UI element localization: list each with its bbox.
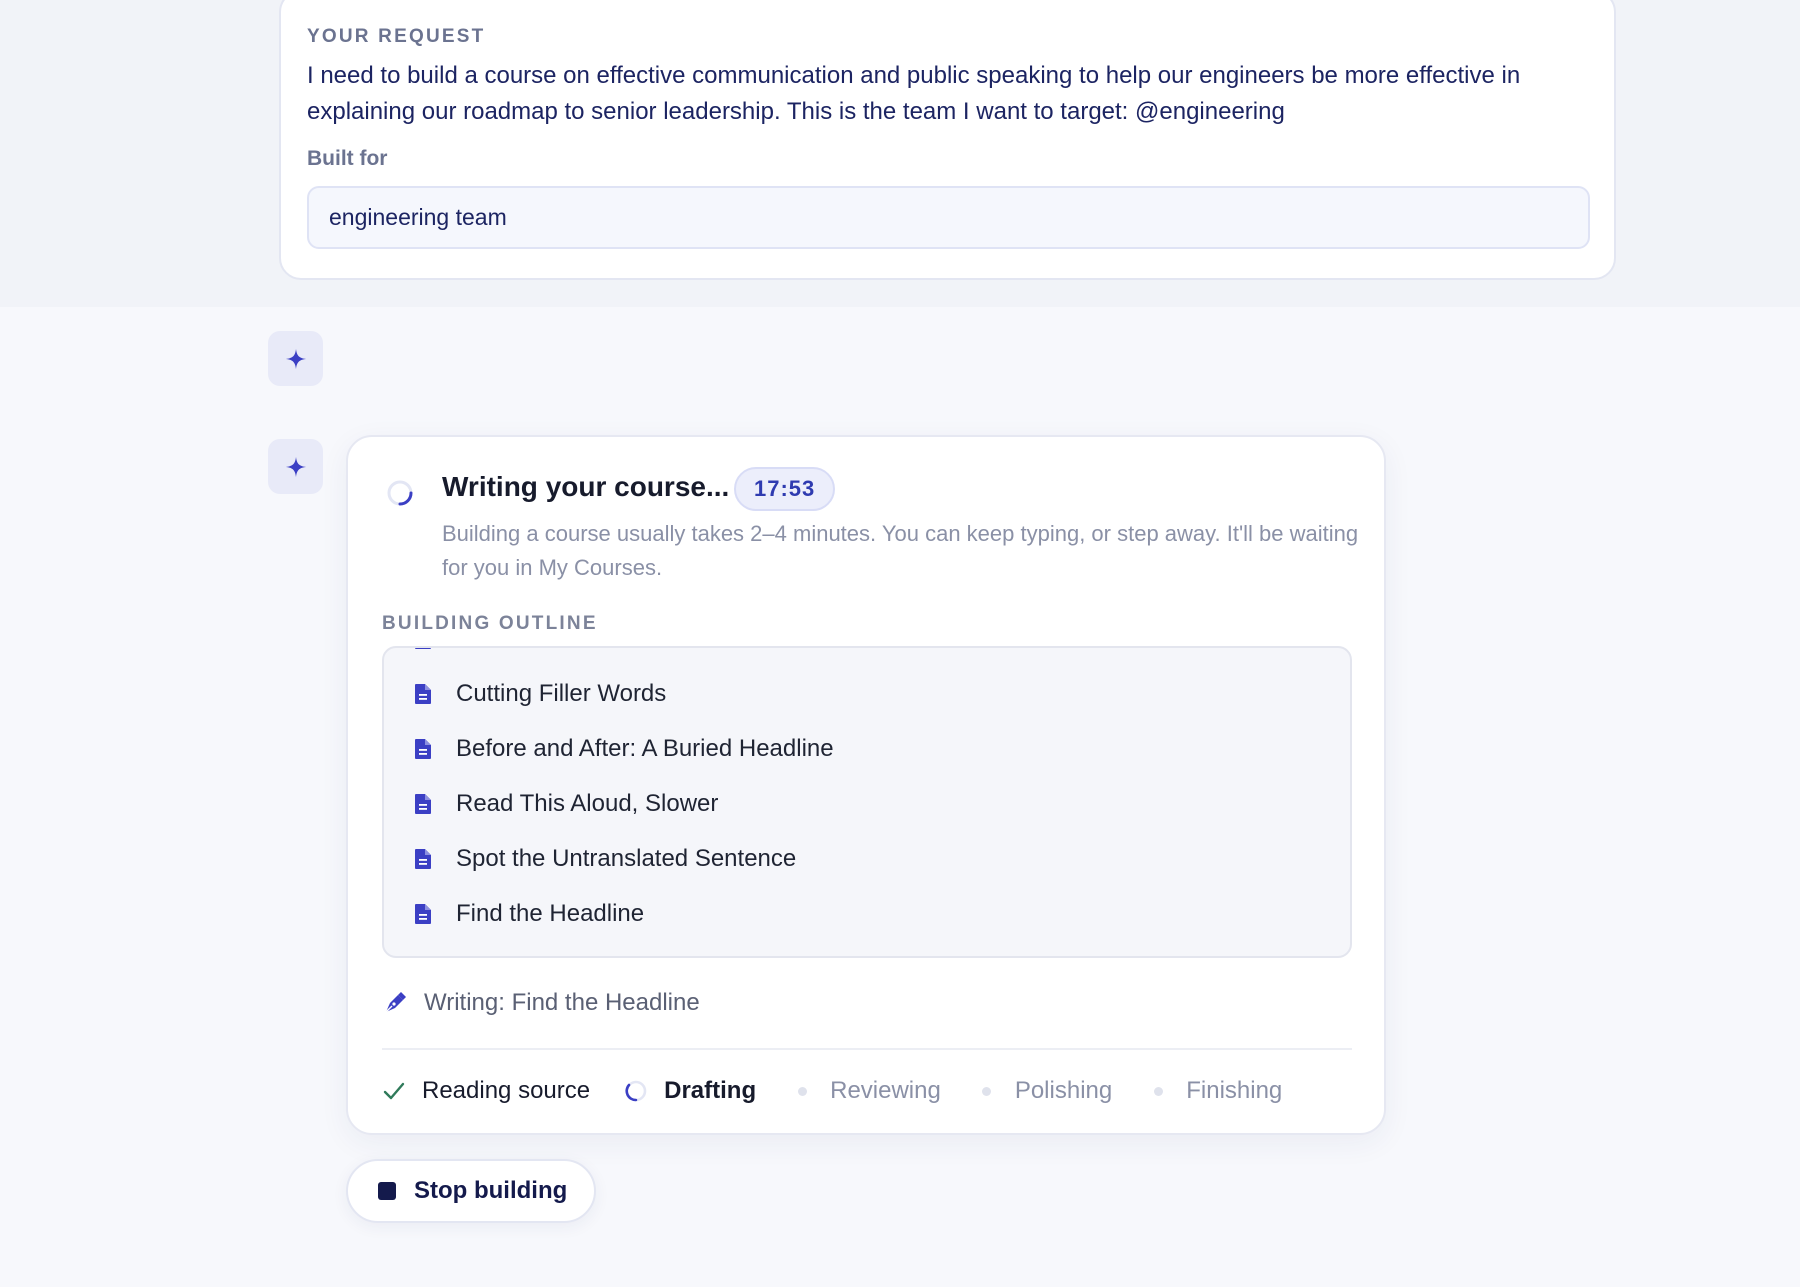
step-drafting: Drafting [624,1077,756,1105]
outline-item-label: Cutting Filler Words [456,679,667,707]
outline-list: The Translator at the Border Cutting Fill… [384,648,1350,941]
outline-item: The Translator at the Border [384,648,1350,666]
divider [382,1048,1352,1050]
stop-building-button[interactable]: Stop building [346,1159,596,1223]
outline-item: Before and After: A Buried Headline [384,721,1350,776]
outline-item-label: Spot the Untranslated Sentence [456,844,797,872]
step-label: Drafting [664,1077,757,1104]
outline-item: Read This Aloud, Slower [384,776,1350,831]
outline-heading: BUILDING OUTLINE [382,613,598,634]
document-icon [415,683,431,704]
spinner-icon [387,480,413,506]
outline-item-label: The Translator at the Border [456,648,756,653]
step-label: Finishing [1186,1077,1283,1104]
build-description: Building a course usually takes 2–4 minu… [442,521,1359,580]
dot-icon [1146,1079,1170,1103]
stop-square-icon [378,1182,396,1200]
outline-item: Cutting Filler Words [384,666,1350,721]
step-reviewing: Reviewing [790,1077,941,1105]
step-polishing: Polishing [975,1077,1112,1105]
dot-icon [975,1079,999,1103]
outline-item-label: Read This Aloud, Slower [456,789,719,817]
sparkle-icon [285,456,306,477]
document-icon [415,903,431,924]
sparkle-icon [285,348,306,369]
spinner-icon [624,1079,648,1103]
writing-status-text: Writing: Find the Headline [424,989,700,1016]
assistant-avatar [268,439,323,494]
stop-building-label: Stop building [414,1177,568,1204]
step-label: Polishing [1014,1077,1113,1104]
step-reading-source: Reading source [382,1077,590,1105]
writing-status: Writing: Find the Headline [382,989,700,1017]
outline-item-label: Before and After: A Buried Headline [456,734,834,762]
assistant-avatar [268,331,323,386]
outline-list-container[interactable]: The Translator at the Border Cutting Fill… [382,646,1352,958]
request-text: I need to build a course on effective co… [307,62,1521,125]
document-icon [415,648,431,649]
dot-icon [790,1079,814,1103]
request-heading: YOUR REQUEST [307,26,486,47]
document-icon [415,848,431,869]
step-label: Reviewing [830,1077,941,1104]
document-icon [415,738,431,759]
elapsed-timer-badge: 17:53 [734,467,836,511]
outline-item-label: Find the Headline [456,899,645,927]
request-card: YOUR REQUEST I need to build a course on… [279,0,1616,280]
outline-item: Find the Headline [384,886,1350,941]
pen-icon [385,992,406,1013]
built-for-field[interactable]: engineering team [307,186,1590,249]
checkmark-icon [382,1079,406,1103]
request-section: YOUR REQUEST I need to build a course on… [0,0,1800,307]
document-icon [415,793,431,814]
step-label: Reading source [422,1077,591,1104]
outline-item: Spot the Untranslated Sentence [384,831,1350,886]
step-finishing: Finishing [1146,1077,1282,1105]
built-for-label: Built for [307,147,388,170]
progress-steps: Reading source Drafting Reviewing Polishing… [382,1077,1316,1105]
build-title: Writing your course... [442,471,730,502]
course-build-card: Writing your course... 17:53 Building a … [346,435,1386,1135]
